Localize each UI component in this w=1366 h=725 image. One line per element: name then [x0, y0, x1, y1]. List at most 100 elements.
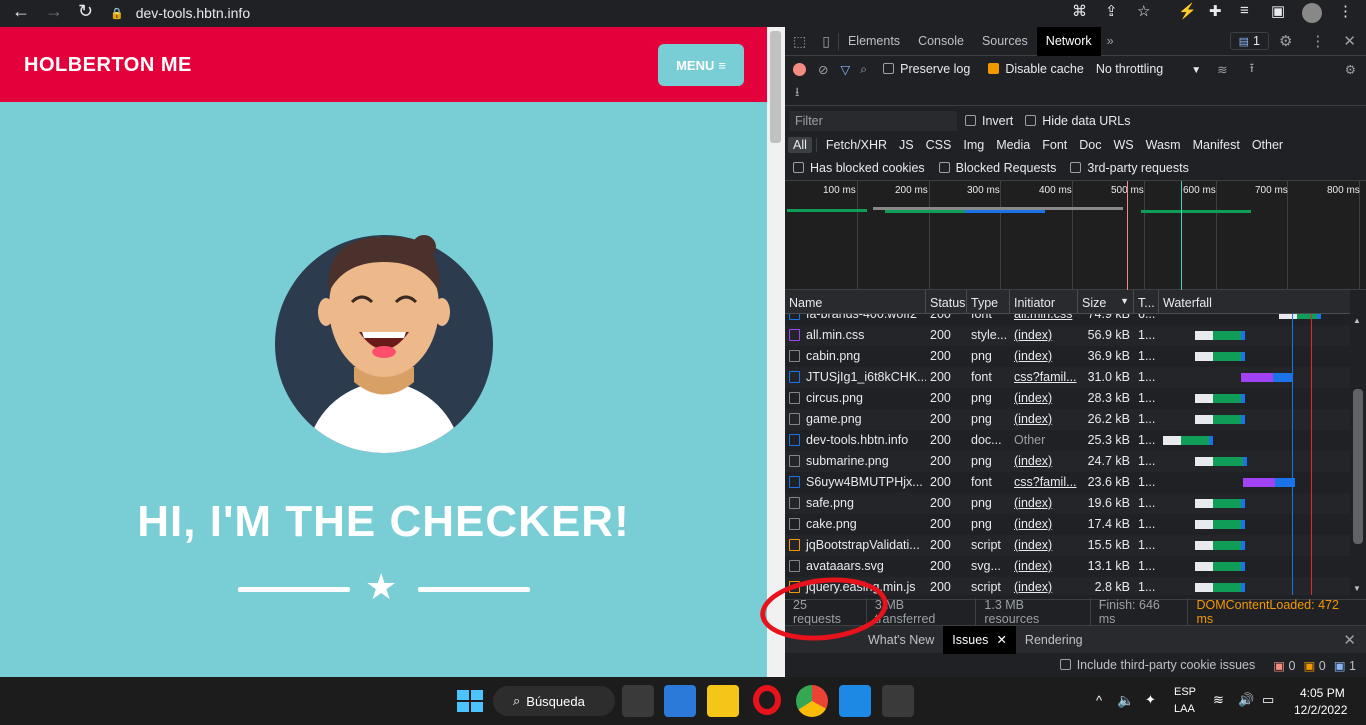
sidebar-icon[interactable]: ▣: [1271, 2, 1285, 20]
translate-icon[interactable]: ⌘: [1072, 2, 1087, 20]
chrome-icon[interactable]: [796, 685, 828, 717]
type-css[interactable]: CSS: [921, 137, 957, 153]
device-toolbar-icon[interactable]: ▯: [814, 32, 839, 50]
type-all[interactable]: All: [788, 137, 812, 153]
request-initiator[interactable]: (index): [1014, 538, 1052, 552]
puzzle-icon[interactable]: ✚: [1209, 2, 1222, 20]
tab-console[interactable]: Console: [909, 27, 973, 56]
table-row[interactable]: jqBootstrapValidati... 200 script (index) 15…: [785, 535, 1350, 556]
wifi-settings-icon[interactable]: ≋: [1217, 62, 1227, 77]
address-bar[interactable]: 🔒 dev-tools.hbtn.info: [110, 2, 1060, 24]
col-time[interactable]: T...: [1134, 290, 1159, 314]
request-initiator[interactable]: (index): [1014, 559, 1052, 573]
task-view-icon[interactable]: [622, 685, 654, 717]
disable-cache-checkbox[interactable]: Disable cache: [988, 62, 1084, 76]
request-initiator[interactable]: (index): [1014, 391, 1052, 405]
tab-issues[interactable]: Issues ✕: [943, 625, 1016, 654]
more-tabs-icon[interactable]: »: [1101, 34, 1120, 48]
request-initiator[interactable]: (index): [1014, 517, 1052, 531]
hide-data-urls-checkbox[interactable]: Hide data URLs: [1025, 114, 1131, 128]
kebab-menu-icon[interactable]: ⋮: [1338, 2, 1353, 20]
clock-date[interactable]: 12/2/2022: [1294, 703, 1347, 717]
table-row[interactable]: circus.png 200 png (index) 28.3 kB 1...: [785, 388, 1350, 409]
search-icon[interactable]: ⌕: [860, 62, 867, 77]
lang-secondary[interactable]: LAA: [1174, 703, 1195, 715]
wifi-icon[interactable]: ≋: [1213, 692, 1224, 708]
file-explorer-icon[interactable]: [707, 685, 739, 717]
tab-elements[interactable]: Elements: [839, 27, 909, 56]
lang-primary[interactable]: ESP: [1174, 686, 1196, 698]
type-media[interactable]: Media: [991, 137, 1035, 153]
store-icon[interactable]: [664, 685, 696, 717]
type-wasm[interactable]: Wasm: [1141, 137, 1186, 153]
request-initiator[interactable]: (index): [1014, 580, 1052, 594]
type-js[interactable]: JS: [894, 137, 919, 153]
col-initiator[interactable]: Initiator: [1010, 290, 1078, 314]
filter-icon[interactable]: ▽: [840, 62, 850, 77]
third-party-checkbox[interactable]: 3rd-party requests: [1070, 161, 1189, 175]
table-row[interactable]: S6uyw4BMUTPHjx... 200 font css?famil... 23.6…: [785, 472, 1350, 493]
has-blocked-cookies-checkbox[interactable]: Has blocked cookies: [793, 161, 925, 175]
request-initiator[interactable]: (index): [1014, 349, 1052, 363]
clear-icon[interactable]: ⊘: [818, 62, 828, 77]
battery-icon[interactable]: ▭: [1262, 692, 1274, 708]
preserve-log-checkbox[interactable]: Preserve log: [883, 62, 970, 76]
devtools-menu-icon[interactable]: ⋮: [1302, 32, 1333, 50]
request-initiator[interactable]: css?famil...: [1014, 475, 1077, 489]
request-initiator[interactable]: css?famil...: [1014, 370, 1077, 384]
table-row[interactable]: cake.png 200 png (index) 17.4 kB 1...: [785, 514, 1350, 535]
share-icon[interactable]: ⇪: [1105, 2, 1118, 20]
vscode-icon[interactable]: [839, 685, 871, 717]
inspect-icon[interactable]: ⬚: [785, 33, 814, 50]
tab-rendering[interactable]: Rendering: [1016, 626, 1092, 654]
table-row[interactable]: avataaars.svg 200 svg... (index) 13.1 kB 1...: [785, 556, 1350, 577]
table-row[interactable]: submarine.png 200 png (index) 24.7 kB 1...: [785, 451, 1350, 472]
type-manifest[interactable]: Manifest: [1188, 137, 1245, 153]
close-tab-icon[interactable]: ✕: [996, 632, 1006, 647]
third-party-cookie-checkbox[interactable]: Include third-party cookie issues: [1059, 658, 1255, 672]
volume-icon[interactable]: 🔈: [1117, 692, 1134, 709]
table-scrollbar[interactable]: ▲ ▼: [1350, 314, 1366, 595]
request-initiator[interactable]: all.min.css: [1014, 314, 1072, 321]
tab-sources[interactable]: Sources: [973, 27, 1037, 56]
media-icon[interactable]: ≡: [1240, 2, 1249, 19]
throttling-select[interactable]: No throttling ▼: [1096, 62, 1201, 76]
extension-icon[interactable]: ⚡: [1178, 2, 1197, 20]
close-devtools-icon[interactable]: ✕: [1333, 32, 1366, 50]
col-size[interactable]: Size ▼: [1078, 290, 1134, 314]
issues-badge[interactable]: ▤ 1: [1229, 32, 1269, 50]
speaker-icon[interactable]: 🔊: [1238, 692, 1254, 708]
profile-avatar[interactable]: [1302, 3, 1322, 23]
chevron-up-icon[interactable]: ^: [1096, 693, 1102, 708]
record-icon[interactable]: [793, 62, 806, 76]
network-settings-icon[interactable]: ⚙: [1345, 62, 1356, 77]
reload-icon[interactable]: ↻: [78, 1, 93, 22]
table-row[interactable]: JTUSjIg1_i6t8kCHK... 200 font css?famil... 3…: [785, 367, 1350, 388]
table-row[interactable]: cabin.png 200 png (index) 36.9 kB 1...: [785, 346, 1350, 367]
type-img[interactable]: Img: [958, 137, 989, 153]
blocked-requests-checkbox[interactable]: Blocked Requests: [938, 161, 1056, 175]
request-initiator[interactable]: (index): [1014, 412, 1052, 426]
taskbar-search[interactable]: ⌕ Búsqueda: [493, 686, 615, 716]
type-doc[interactable]: Doc: [1074, 137, 1106, 153]
type-fetch-xhr[interactable]: Fetch/XHR: [821, 137, 892, 153]
request-initiator[interactable]: (index): [1014, 454, 1052, 468]
download-icon[interactable]: ⭳: [795, 83, 799, 104]
table-row[interactable]: fa-brands-400.woff2 200 font all.min.css 74.…: [785, 314, 1350, 325]
table-row[interactable]: safe.png 200 png (index) 19.6 kB 1...: [785, 493, 1350, 514]
menu-button[interactable]: MENU ≡: [658, 44, 744, 86]
network-icon[interactable]: ✦: [1145, 692, 1156, 708]
col-type[interactable]: Type: [967, 290, 1010, 314]
settings-gear-icon[interactable]: ⚙: [1269, 32, 1302, 50]
network-overview[interactable]: 100 ms 200 ms 300 ms 400 ms 500 ms 600 m…: [785, 180, 1366, 291]
clock-time[interactable]: 4:05 PM: [1300, 686, 1345, 700]
request-initiator[interactable]: (index): [1014, 496, 1052, 510]
invert-checkbox[interactable]: Invert: [965, 114, 1013, 128]
type-ws[interactable]: WS: [1108, 137, 1138, 153]
col-status[interactable]: Status: [926, 290, 967, 314]
snipping-tool-icon[interactable]: [882, 685, 914, 717]
table-row[interactable]: dev-tools.hbtn.info 200 doc... Other 25.3 kB…: [785, 430, 1350, 451]
col-name[interactable]: Name: [785, 290, 926, 314]
request-initiator[interactable]: (index): [1014, 328, 1052, 342]
table-row[interactable]: game.png 200 png (index) 26.2 kB 1...: [785, 409, 1350, 430]
